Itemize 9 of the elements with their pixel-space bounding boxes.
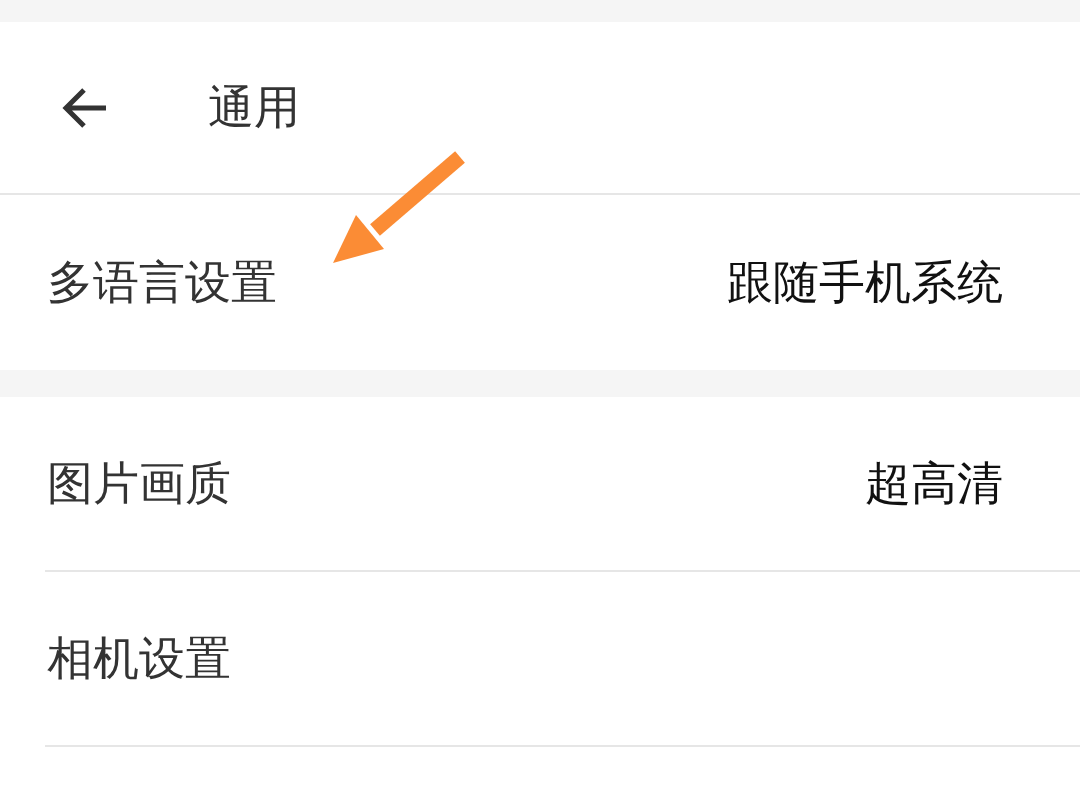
setting-label: 多语言设置 (47, 254, 277, 311)
settings-row[interactable]: 相机设置 (45, 572, 1080, 747)
setting-label: 图片画质 (47, 455, 231, 512)
page-title: 通用 (208, 79, 300, 136)
setting-value: 超高清 (865, 455, 1003, 512)
settings-row[interactable]: 多语言设置 跟随手机系统 (0, 195, 1080, 370)
setting-label: 相机设置 (47, 630, 231, 687)
settings-row[interactable]: 图片画质 超高清 (45, 397, 1080, 572)
setting-value: 跟随手机系统 (727, 254, 1003, 311)
